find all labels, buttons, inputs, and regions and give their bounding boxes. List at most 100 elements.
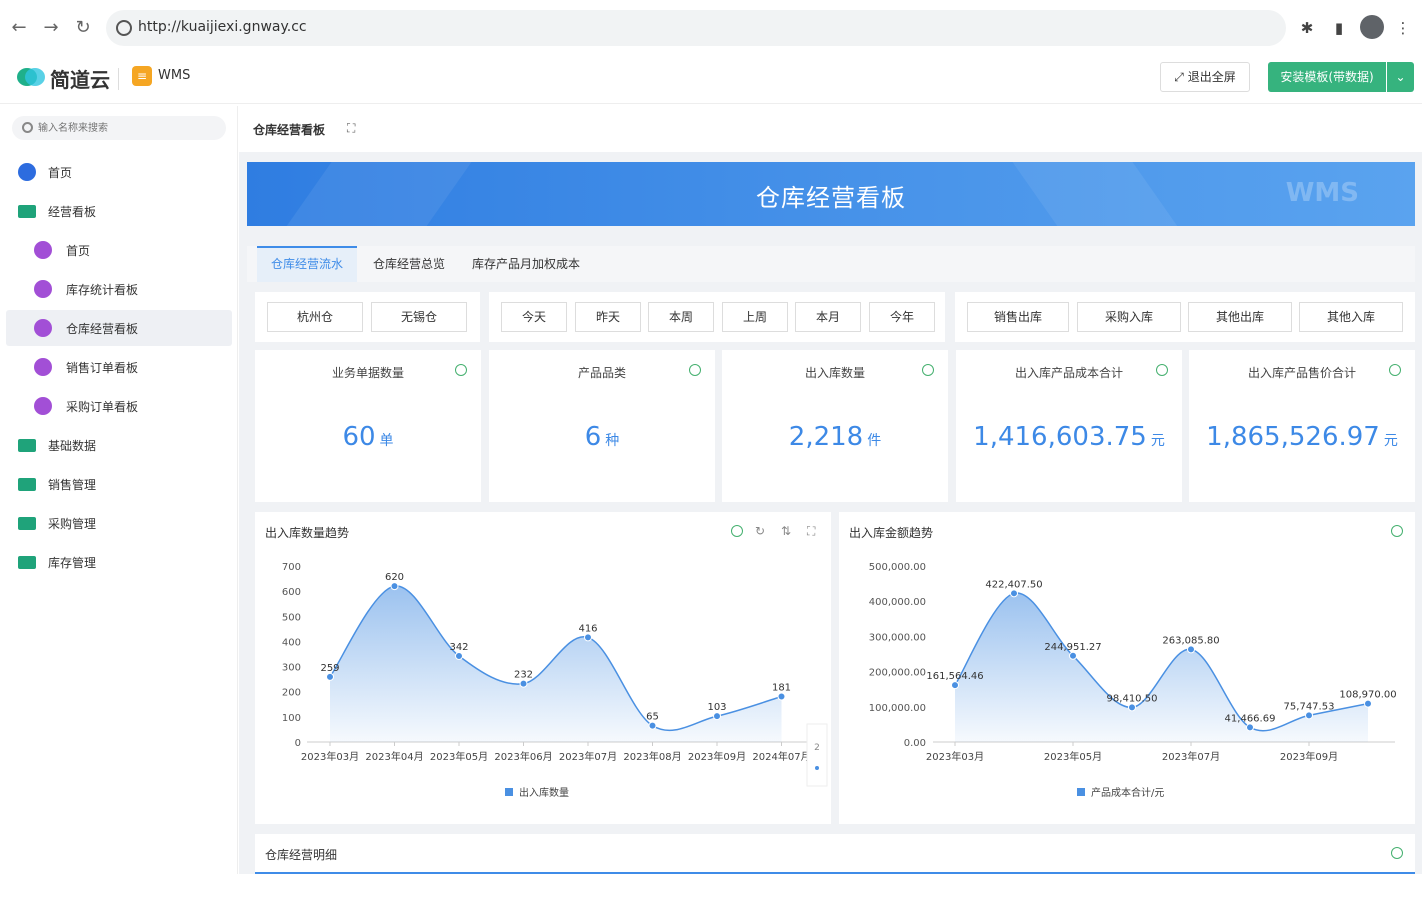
- extensions-icon[interactable]: ✱: [1296, 17, 1318, 39]
- filter-this-week[interactable]: 本周: [648, 302, 714, 332]
- data-point[interactable]: [1364, 699, 1372, 708]
- filter-this-month[interactable]: 本月: [795, 302, 861, 332]
- data-point[interactable]: [584, 633, 592, 642]
- legend-label[interactable]: 产品成本合计/元: [1091, 786, 1164, 799]
- y-tick-label: 300,000.00: [869, 632, 926, 643]
- filter-other-out[interactable]: 其他出库: [1188, 302, 1292, 332]
- legend-swatch: [505, 788, 513, 796]
- data-point[interactable]: [1246, 723, 1254, 732]
- filter-last-week[interactable]: 上周: [722, 302, 788, 332]
- menu-icon[interactable]: ⋮: [1392, 17, 1414, 39]
- site-info-icon[interactable]: [116, 20, 132, 36]
- kpi-unit: 元: [1383, 433, 1398, 449]
- scroll-handle[interactable]: [806, 723, 828, 787]
- reload-icon[interactable]: ↻: [72, 17, 94, 39]
- tab-flow[interactable]: 仓库经营流水: [257, 246, 357, 282]
- scroll-dot: [815, 766, 819, 770]
- sidebar-item[interactable]: 首页: [6, 232, 232, 268]
- filter-hangzhou[interactable]: 杭州仓: [267, 302, 363, 332]
- kpi-unit: 单: [379, 433, 394, 449]
- browser-toolbar: ← → ↻ http://kuaijiexi.gnway.cc ✱ ▮ ⋮: [0, 0, 1422, 56]
- x-tick-label: 2024年07月: [752, 750, 810, 763]
- y-tick-label: 600: [282, 587, 301, 598]
- sidebar-item[interactable]: 仓库经营看板: [6, 310, 232, 346]
- board-icon: [34, 241, 52, 259]
- expand-icon[interactable]: ⛶: [347, 121, 355, 136]
- data-point[interactable]: [390, 582, 399, 591]
- info-icon[interactable]: [922, 364, 934, 376]
- type-filter: 销售出库 采购入库 其他出库 其他入库: [955, 292, 1415, 342]
- back-icon[interactable]: ←: [8, 17, 30, 39]
- info-icon[interactable]: [1391, 847, 1403, 859]
- quantity-trend-chart[interactable]: 700 600 500 400 300 200 100 0 259 620 342 232 416 65 1…: [255, 512, 831, 824]
- y-tick-label: 500: [282, 612, 301, 623]
- kpi-value: 1,416,603.75 元: [956, 422, 1182, 452]
- x-tick-label: 2023年09月: [688, 750, 746, 763]
- data-point[interactable]: [1187, 645, 1195, 654]
- x-tick-label: 2023年09月: [1280, 750, 1338, 763]
- sidebar-item[interactable]: 采购管理: [6, 505, 232, 541]
- data-point[interactable]: [777, 692, 786, 701]
- tab-weighted-cost[interactable]: 库存产品月加权成本: [461, 246, 591, 282]
- filter-wuxi[interactable]: 无锡仓: [371, 302, 467, 332]
- sidepanel-icon[interactable]: ▮: [1328, 17, 1350, 39]
- y-tick-label: 100,000.00: [869, 703, 926, 714]
- filter-sales-out[interactable]: 销售出库: [967, 302, 1069, 332]
- kpi-value: 1,865,526.97 元: [1189, 422, 1415, 452]
- amount-trend-chart[interactable]: 500,000.00 400,000.00 300,000.00 200,000.00…: [839, 512, 1415, 824]
- data-point[interactable]: [1010, 589, 1018, 598]
- data-point[interactable]: [713, 712, 721, 721]
- sidebar-item[interactable]: 经营看板: [6, 193, 232, 229]
- info-icon[interactable]: [689, 364, 701, 376]
- folder-icon: [18, 205, 36, 218]
- sidebar-item-label: 库存管理: [48, 556, 97, 570]
- kpi-number: 2,218: [788, 422, 864, 452]
- sidebar-item[interactable]: 基础数据: [6, 427, 232, 463]
- sidebar-item[interactable]: 库存统计看板: [6, 271, 232, 307]
- sidebar-item[interactable]: 销售管理: [6, 466, 232, 502]
- filter-this-year[interactable]: 今年: [869, 302, 935, 332]
- data-point[interactable]: [1069, 651, 1077, 660]
- home-icon: [18, 163, 36, 181]
- y-tick-label: 0.00: [904, 738, 926, 749]
- exit-fullscreen-button[interactable]: ⤢ 退出全屏: [1160, 62, 1250, 92]
- filter-today[interactable]: 今天: [501, 302, 567, 332]
- data-point[interactable]: [1305, 711, 1313, 720]
- kpi-label: 产品品类: [577, 366, 626, 380]
- install-template-button[interactable]: 安装模板(带数据): [1268, 62, 1386, 92]
- tab-overview[interactable]: 仓库经营总览: [363, 246, 455, 282]
- data-point[interactable]: [326, 672, 334, 681]
- sidebar-item-label: 基础数据: [48, 439, 97, 453]
- address-bar[interactable]: http://kuaijiexi.gnway.cc: [106, 10, 1286, 46]
- filter-purchase-in[interactable]: 采购入库: [1077, 302, 1181, 332]
- profile-avatar[interactable]: [1360, 15, 1384, 39]
- sidebar-item[interactable]: 采购订单看板: [6, 388, 232, 424]
- app-name[interactable]: WMS: [158, 68, 190, 83]
- search-input[interactable]: [38, 116, 218, 140]
- filter-yesterday[interactable]: 昨天: [575, 302, 641, 332]
- data-point[interactable]: [455, 652, 463, 661]
- sidebar-search[interactable]: [12, 116, 226, 140]
- x-tick-label: 2023年04月: [365, 750, 423, 763]
- kpi-card: 产品品类 6 种: [489, 350, 715, 502]
- info-icon[interactable]: [455, 364, 467, 376]
- kpi-number: 60: [342, 422, 376, 452]
- data-point[interactable]: [1128, 703, 1136, 712]
- forward-icon[interactable]: →: [40, 17, 62, 39]
- data-point[interactable]: [519, 679, 528, 688]
- data-point[interactable]: [951, 681, 959, 690]
- sidebar-item-label: 仓库经营看板: [66, 322, 139, 336]
- sidebar-item[interactable]: 库存管理: [6, 544, 232, 580]
- x-tick-label: 2023年03月: [926, 750, 984, 763]
- legend-label[interactable]: 出入库数量: [519, 786, 569, 799]
- filter-other-in[interactable]: 其他入库: [1299, 302, 1403, 332]
- y-tick-label: 100: [282, 713, 301, 724]
- info-icon[interactable]: [1389, 364, 1401, 376]
- y-tick-label: 700: [282, 562, 301, 573]
- info-icon[interactable]: [1156, 364, 1168, 376]
- chevron-down-icon[interactable]: ⌄: [1387, 62, 1414, 92]
- data-point[interactable]: [648, 721, 657, 730]
- search-icon: [22, 122, 33, 133]
- sidebar-item[interactable]: 首页: [6, 154, 232, 190]
- sidebar-item[interactable]: 销售订单看板: [6, 349, 232, 385]
